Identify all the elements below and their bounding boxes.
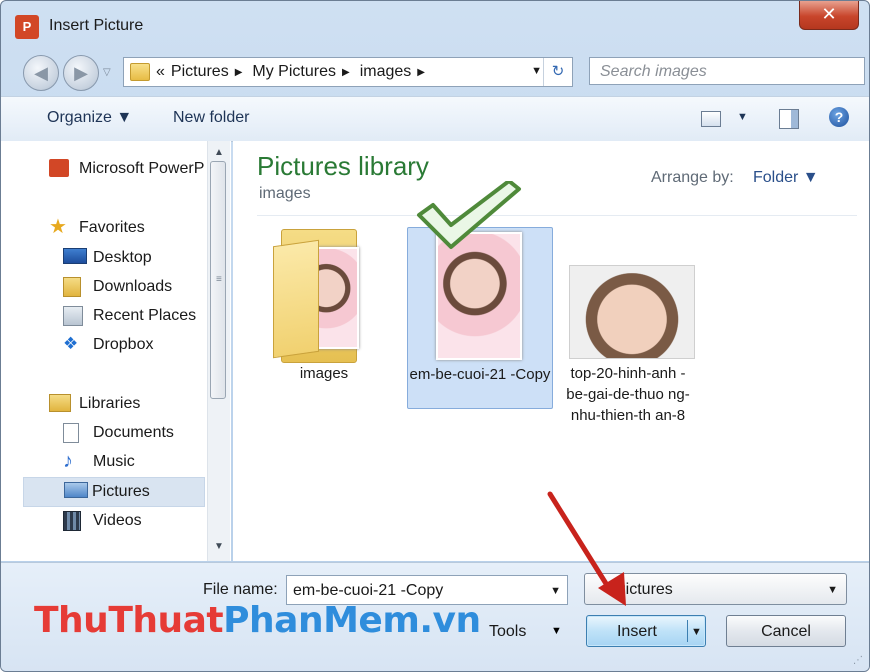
breadcrumb-separator-icon[interactable]: ▶ [417, 67, 425, 78]
chevron-down-icon[interactable]: ▼ [827, 574, 838, 606]
tools-button[interactable]: Tools [489, 623, 526, 641]
checkmark-icon [417, 181, 521, 249]
navigation-scrollbar[interactable]: ▲ ≡ ▼ [207, 141, 230, 561]
insert-picture-dialog: P Insert Picture ✕ ◀ ▶ ▽ « Pictures ▶ My… [0, 0, 870, 672]
command-bar: Organize ▼ New folder ▼ ? [1, 96, 869, 142]
insert-options-dropdown-icon[interactable]: ▼ [691, 616, 702, 648]
preview-pane-icon[interactable] [779, 109, 799, 129]
watermark-part-2: PhanMem.vn [223, 600, 481, 641]
forward-button[interactable]: ▶ [63, 55, 99, 91]
new-folder-button[interactable]: New folder [173, 109, 249, 127]
cancel-button[interactable]: Cancel [726, 615, 846, 647]
star-icon: ★ [49, 216, 67, 238]
insert-button[interactable]: Insert ▼ [586, 615, 706, 647]
scroll-down-icon[interactable]: ▼ [214, 541, 224, 552]
pictures-icon [64, 482, 88, 498]
powerpoint-icon [49, 159, 69, 177]
navigation-pane: Microsoft PowerP ★ Favorites Desktop Dow… [1, 141, 231, 561]
view-dropdown-icon[interactable]: ▼ [737, 111, 748, 123]
libraries-icon [49, 394, 71, 412]
refresh-icon[interactable]: ↻ [543, 58, 572, 86]
watermark-logo: ThuThuatPhanMem.vn [34, 600, 481, 641]
watermark-part-1: ThuThuat [34, 600, 224, 641]
music-icon: ♪ [63, 450, 73, 472]
address-row: ◀ ▶ ▽ « Pictures ▶ My Pictures ▶ images … [1, 49, 869, 93]
grip-icon: ≡ [216, 274, 222, 285]
divider [257, 215, 857, 216]
tools-dropdown-icon[interactable]: ▼ [551, 625, 562, 637]
nav-item-pictures[interactable]: Pictures [23, 477, 205, 507]
image-thumbnail [436, 232, 522, 360]
breadcrumb-images[interactable]: images [360, 63, 412, 81]
split-divider [687, 620, 688, 642]
arrange-by-dropdown[interactable]: Folder ▼ [753, 169, 819, 187]
file-name: top-20-hinh-anh -be-gai-de-thuo ng-nhu-t… [566, 365, 690, 424]
desktop-icon [63, 248, 87, 264]
file-name: images [299, 365, 349, 382]
scroll-up-icon[interactable]: ▲ [214, 147, 224, 158]
file-item-em-be-cuoi-21-copy[interactable]: em-be-cuoi-21 -Copy [407, 227, 553, 409]
powerpoint-icon: P [15, 15, 39, 39]
search-input[interactable]: Search images [589, 57, 865, 85]
close-button[interactable]: ✕ [799, 1, 859, 30]
breadcrumb-separator-icon[interactable]: ▶ [235, 67, 243, 78]
folder-icon [130, 63, 150, 81]
file-name: em-be-cuoi-21 -Copy [409, 366, 551, 383]
library-title: Pictures library [257, 151, 429, 181]
breadcrumb-separator-icon[interactable]: ▶ [342, 67, 350, 78]
breadcrumb-overflow[interactable]: « [156, 63, 165, 81]
change-view-icon[interactable] [701, 111, 721, 127]
recent-pages-dropdown[interactable]: ▽ [103, 67, 111, 78]
file-name-value: em-be-cuoi-21 -Copy [293, 582, 444, 599]
arrange-by-label: Arrange by: [651, 169, 734, 186]
address-bar[interactable]: « Pictures ▶ My Pictures ▶ images ▶ ▼ ↻ [123, 57, 573, 87]
arrow-annotation-icon [547, 491, 626, 606]
file-item-images-folder[interactable]: images [259, 225, 389, 405]
downloads-icon [63, 277, 81, 297]
library-subtitle: images [259, 185, 311, 202]
organize-button[interactable]: Organize ▼ [47, 109, 132, 127]
image-thumbnail [569, 265, 695, 359]
insert-button-label: Insert [616, 623, 657, 640]
help-icon[interactable]: ? [829, 107, 849, 127]
breadcrumb-my-pictures[interactable]: My Pictures [252, 63, 336, 81]
file-item-top-20-hinh-anh[interactable]: top-20-hinh-anh -be-gai-de-thuo ng-nhu-t… [563, 261, 695, 461]
scroll-thumb[interactable]: ≡ [210, 161, 226, 399]
videos-icon [63, 511, 81, 531]
breadcrumb-pictures[interactable]: Pictures [171, 63, 229, 81]
resize-grip-icon[interactable]: ⋰ [853, 655, 863, 666]
documents-icon [63, 423, 79, 443]
dropbox-icon: ❖ [63, 334, 79, 353]
title-bar: P Insert Picture ✕ [1, 1, 869, 49]
window-title: Insert Picture [49, 17, 144, 34]
address-dropdown-icon[interactable]: ▼ [531, 65, 542, 77]
recent-places-icon [63, 306, 83, 326]
file-name-label: File name: [203, 581, 278, 598]
back-button[interactable]: ◀ [23, 55, 59, 91]
